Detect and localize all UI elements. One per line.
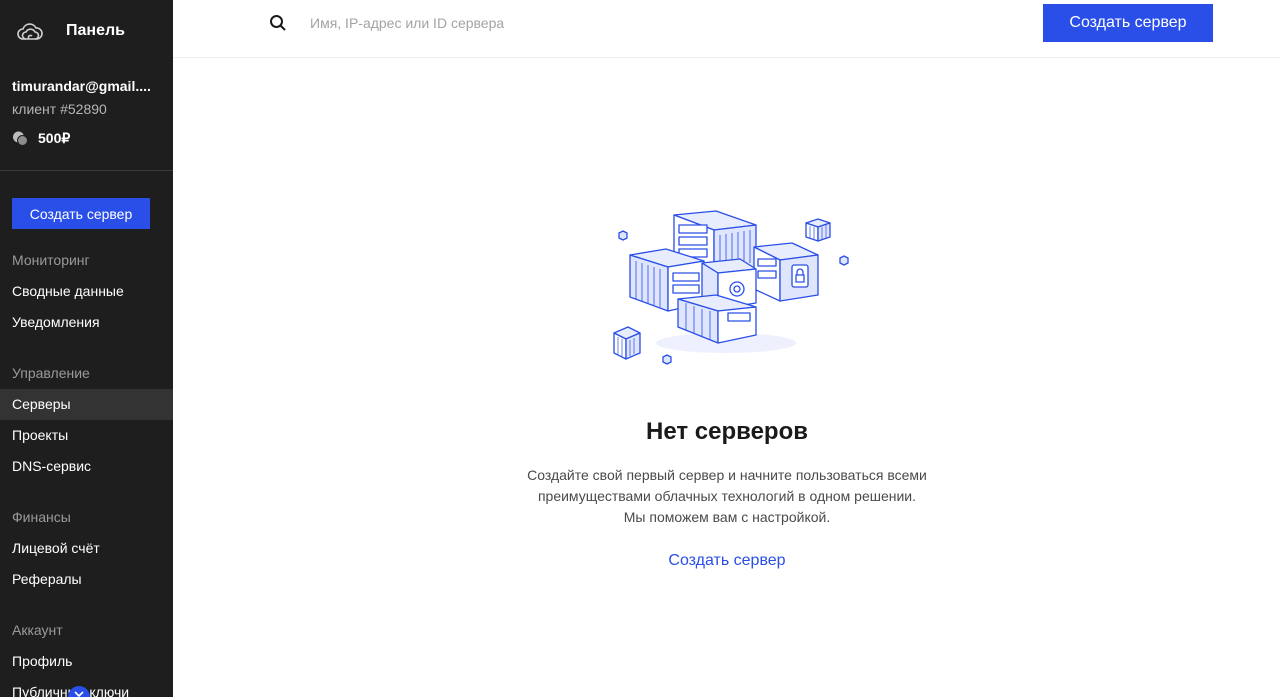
- empty-state-description: Создайте свой первый сервер и начните по…: [527, 467, 927, 525]
- brand[interactable]: Панель: [16, 17, 125, 45]
- sidebar-item-personal-account[interactable]: Лицевой счёт: [0, 533, 173, 564]
- nav-section-finance: Финансы Лицевой счёт Рефералы: [0, 507, 173, 595]
- nav-section-label: Мониторинг: [12, 252, 90, 268]
- header-create-server-button[interactable]: Создать сервер: [1043, 4, 1213, 42]
- servers-illustration: [606, 203, 856, 375]
- sidebar-item-referrals[interactable]: Рефералы: [0, 564, 173, 595]
- search-input[interactable]: [310, 10, 810, 36]
- sidebar-item-notifications[interactable]: Уведомления: [0, 307, 173, 338]
- sidebar-item-servers[interactable]: Серверы: [0, 389, 173, 420]
- nav-section-label: Управление: [12, 365, 90, 381]
- sidebar-divider: [0, 170, 173, 171]
- account-info: timurandar@gmail.... клиент #52890 500₽: [12, 76, 162, 148]
- empty-state-create-server-link[interactable]: Создать сервер: [627, 552, 827, 570]
- top-bar: Создать сервер: [173, 0, 1280, 58]
- client-number: клиент #52890: [12, 101, 107, 117]
- nav-section-account: Аккаунт Профиль Публичные ключи: [0, 620, 173, 697]
- nav-section-label: Финансы: [12, 509, 71, 525]
- sidebar-item-summary[interactable]: Сводные данные: [0, 276, 173, 307]
- sidebar-create-server-button[interactable]: Создать сервер: [12, 198, 150, 229]
- sidebar-item-dns[interactable]: DNS-сервис: [0, 451, 173, 482]
- cloud-logo-icon: [16, 17, 44, 45]
- balance[interactable]: 500₽: [12, 128, 162, 148]
- brand-title: Панель: [66, 22, 125, 39]
- nav-section-label: Аккаунт: [12, 622, 63, 638]
- sidebar: Панель timurandar@gmail.... клиент #5289…: [0, 0, 173, 697]
- empty-state-title: Нет серверов: [646, 418, 808, 445]
- search-icon[interactable]: [269, 14, 287, 32]
- nav-section-monitoring: Мониторинг Сводные данные Уведомления: [0, 250, 173, 338]
- sidebar-item-projects[interactable]: Проекты: [0, 420, 173, 451]
- coins-icon: [12, 130, 29, 147]
- nav-section-management: Управление Серверы Проекты DNS-сервис: [0, 363, 173, 482]
- account-email[interactable]: timurandar@gmail....: [12, 76, 162, 96]
- balance-amount: 500₽: [38, 129, 71, 146]
- sidebar-item-profile[interactable]: Профиль: [0, 646, 173, 677]
- chevron-down-icon: [73, 686, 85, 697]
